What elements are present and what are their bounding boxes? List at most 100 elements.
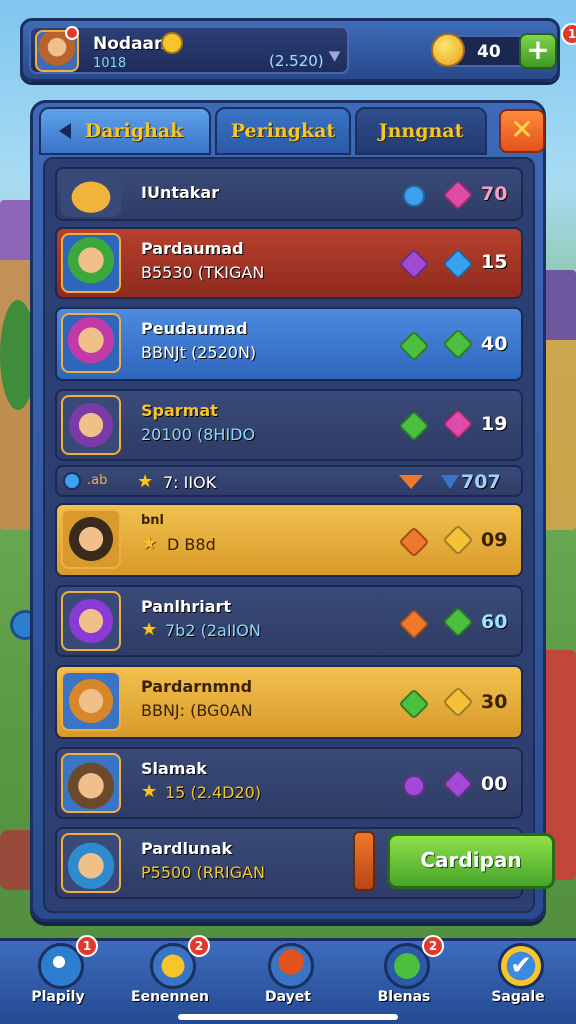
blue-gem-icon	[441, 475, 459, 489]
row-value: 19	[481, 413, 508, 435]
row-title: Slamak	[141, 759, 207, 778]
avatar	[61, 233, 121, 293]
avatar	[61, 509, 121, 569]
orange-gem-icon	[398, 608, 430, 640]
list-item[interactable]: Sparmat 20100 (8HIDO 19	[55, 389, 523, 461]
row-value: 707	[461, 471, 501, 493]
helmet-icon	[268, 943, 314, 989]
nav-plapily[interactable]: 1 Plapily	[10, 935, 106, 1021]
avatar	[61, 591, 121, 651]
player-score: (2.520)	[269, 52, 324, 70]
row-subtitle: P5500 (RRIGAN	[141, 863, 265, 882]
avatar	[61, 313, 121, 373]
row-subtitle: BBNJ: (BG0AN	[141, 701, 253, 720]
top-bar: Nodaan 1018 (2.520) 40 + 1	[20, 18, 576, 82]
smile-icon	[161, 32, 183, 54]
avatar	[61, 833, 121, 893]
nav-label: Eenennen	[131, 989, 209, 1005]
green-gem-icon	[398, 330, 430, 362]
row-subtitle: BBNJt (2520N)	[141, 343, 257, 362]
row-subtitle: 20100 (8HIDO	[141, 425, 256, 444]
row-title: Panlhriart	[141, 597, 232, 616]
row-value: 40	[481, 333, 508, 355]
coin-icon	[431, 33, 465, 67]
list-item[interactable]: Peudaumad BBNJt (2520N) 40	[55, 307, 523, 381]
list-item[interactable]: .ab ★ 7: IIOK 707	[55, 465, 523, 497]
player-level: 1018	[93, 56, 127, 71]
list-item[interactable]: Slamak ★ 15 (2.4D20) 00	[55, 747, 523, 819]
tab-jnngnat[interactable]: Jnngnat	[355, 107, 487, 155]
list-item[interactable]: Pardaumad B5530 (TKIGAN 15	[55, 227, 523, 299]
avatar	[61, 671, 121, 731]
list-item[interactable]: Pardarnmnd BBNJ: (BG0AN 30	[55, 665, 523, 739]
tab-bar: Darighak Peringkat Jnngnat ✕	[39, 107, 545, 155]
send-icon[interactable]	[328, 46, 344, 62]
bread-icon	[61, 173, 121, 217]
nav-badge: 1	[76, 935, 98, 957]
list-item[interactable]: Panlhriart ★ 7b2 (2aIION 60	[55, 585, 523, 657]
nav-badge: 2	[188, 935, 210, 957]
green-gem-icon	[442, 328, 474, 360]
player-name: Nodaan	[93, 34, 167, 54]
row-title: Pardlunak	[141, 839, 233, 858]
row-subtitle: D B8d	[167, 535, 216, 554]
row-title: bnl	[141, 513, 165, 528]
nav-blenas[interactable]: 2 Blenas	[356, 935, 452, 1021]
star-icon: ★	[141, 533, 158, 554]
star-icon: ★	[137, 471, 154, 492]
blue-orb-icon	[403, 185, 425, 207]
purple-gem-icon	[442, 768, 474, 800]
nav-sagale[interactable]: ✔ Sagale	[470, 941, 566, 1021]
row-subtitle: 7b2 (2aIION	[165, 621, 261, 640]
ranking-list: IUntakar 70 Pardaumad B5530 (TKIGAN 15 P…	[43, 157, 555, 913]
row-title: Peudaumad	[141, 319, 248, 338]
add-currency-button[interactable]: +	[519, 33, 557, 69]
row-subtitle: B5530 (TKIGAN	[141, 263, 265, 282]
tab-darighak[interactable]: Darighak	[39, 107, 211, 155]
tab-peringkat[interactable]: Peringkat	[215, 107, 351, 155]
background-house	[542, 270, 576, 530]
nav-label: Blenas	[377, 989, 431, 1005]
star-icon: ★	[141, 619, 158, 640]
green-gem-icon	[398, 410, 430, 442]
lever-handle[interactable]	[353, 831, 375, 891]
green-gem-icon	[442, 606, 474, 638]
nav-eenennen[interactable]: 2 Eenennen	[122, 935, 218, 1021]
nav-label: Plapily	[31, 989, 85, 1005]
row-title: Sparmat	[141, 401, 218, 420]
player-card[interactable]: Nodaan 1018 (2.520)	[29, 26, 349, 74]
back-arrow-icon[interactable]	[59, 123, 71, 139]
row-title: IUntakar	[141, 183, 220, 202]
nav-dayet[interactable]: Dayet	[240, 941, 336, 1021]
list-item[interactable]: IUntakar 70	[55, 167, 523, 221]
leaderboard-panel: Darighak Peringkat Jnngnat ✕ IUntakar 70…	[30, 100, 555, 922]
cardipan-button[interactable]: Cardipan	[387, 833, 555, 889]
star-icon: ★	[141, 781, 158, 802]
row-title: Pardaumad	[141, 239, 244, 258]
blue-gem-icon	[442, 248, 474, 280]
close-button[interactable]: ✕	[499, 109, 545, 153]
blue-orb-icon	[63, 472, 81, 490]
notification-badge	[65, 26, 79, 40]
row-value: 70	[481, 183, 508, 205]
yellow-gem-icon	[442, 686, 474, 718]
yellow-gem-icon	[442, 524, 474, 556]
pink-gem-icon	[442, 179, 474, 211]
purple-orb-icon	[398, 770, 430, 802]
list-item[interactable]: bnl ★ D B8d 09	[55, 503, 523, 577]
orange-gem-icon	[398, 526, 430, 558]
orange-gem-icon	[399, 475, 423, 489]
row-value: 15	[481, 251, 508, 273]
bottom-nav: 1 Plapily 2 Eenennen Dayet 2 Blenas ✔ Sa…	[0, 935, 576, 1024]
nav-label: Sagale	[491, 989, 545, 1005]
checkmark-icon: ✔	[498, 943, 544, 989]
row-value: 30	[481, 691, 508, 713]
row-value: 09	[481, 529, 508, 551]
list-item[interactable]: Pardlunak P5500 (RRIGAN Cardipan	[55, 827, 555, 899]
row-subtitle: 15 (2.4D20)	[165, 783, 262, 802]
avatar	[61, 753, 121, 813]
currency-value: 40	[477, 42, 501, 62]
row-label: .ab	[87, 473, 108, 488]
purple-gem-icon	[398, 248, 430, 280]
add-badge: 1	[561, 23, 576, 45]
